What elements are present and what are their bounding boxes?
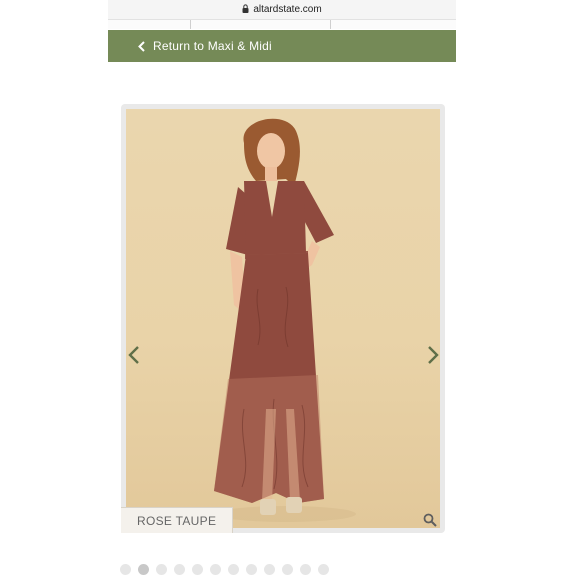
color-name-label: ROSE TAUPE: [121, 507, 234, 533]
pagination-dot[interactable]: [138, 564, 149, 575]
pagination-dot[interactable]: [156, 564, 167, 575]
arrow-right-icon: [427, 345, 439, 370]
tab-divider: [330, 20, 331, 29]
product-image-gallery: ROSE TAUPE: [121, 104, 445, 533]
pagination-dot[interactable]: [318, 564, 329, 575]
pagination-dot[interactable]: [192, 564, 203, 575]
pagination-dot[interactable]: [120, 564, 131, 575]
product-photo[interactable]: [126, 109, 440, 528]
chevron-left-icon: [138, 40, 145, 52]
previous-image-button[interactable]: [124, 342, 144, 372]
back-link-label[interactable]: Return to Maxi & Midi: [153, 39, 272, 53]
pagination-dot[interactable]: [246, 564, 257, 575]
magnifier-icon: [423, 513, 437, 531]
back-nav-bar[interactable]: Return to Maxi & Midi: [108, 30, 456, 62]
tab-strip: [108, 20, 456, 29]
url-text: altardstate.com: [253, 4, 322, 15]
gallery-pagination: [120, 564, 329, 575]
arrow-left-icon: [128, 345, 140, 370]
pagination-dot[interactable]: [300, 564, 311, 575]
zoom-button[interactable]: [423, 513, 439, 529]
pagination-dot[interactable]: [264, 564, 275, 575]
pagination-dot[interactable]: [210, 564, 221, 575]
tab-divider: [190, 20, 191, 29]
pagination-dot[interactable]: [282, 564, 293, 575]
pagination-dot[interactable]: [174, 564, 185, 575]
pagination-dot[interactable]: [228, 564, 239, 575]
lock-icon: [242, 3, 249, 16]
next-image-button[interactable]: [423, 342, 443, 372]
browser-address-bar[interactable]: altardstate.com: [108, 0, 456, 20]
model-illustration: [214, 118, 356, 522]
